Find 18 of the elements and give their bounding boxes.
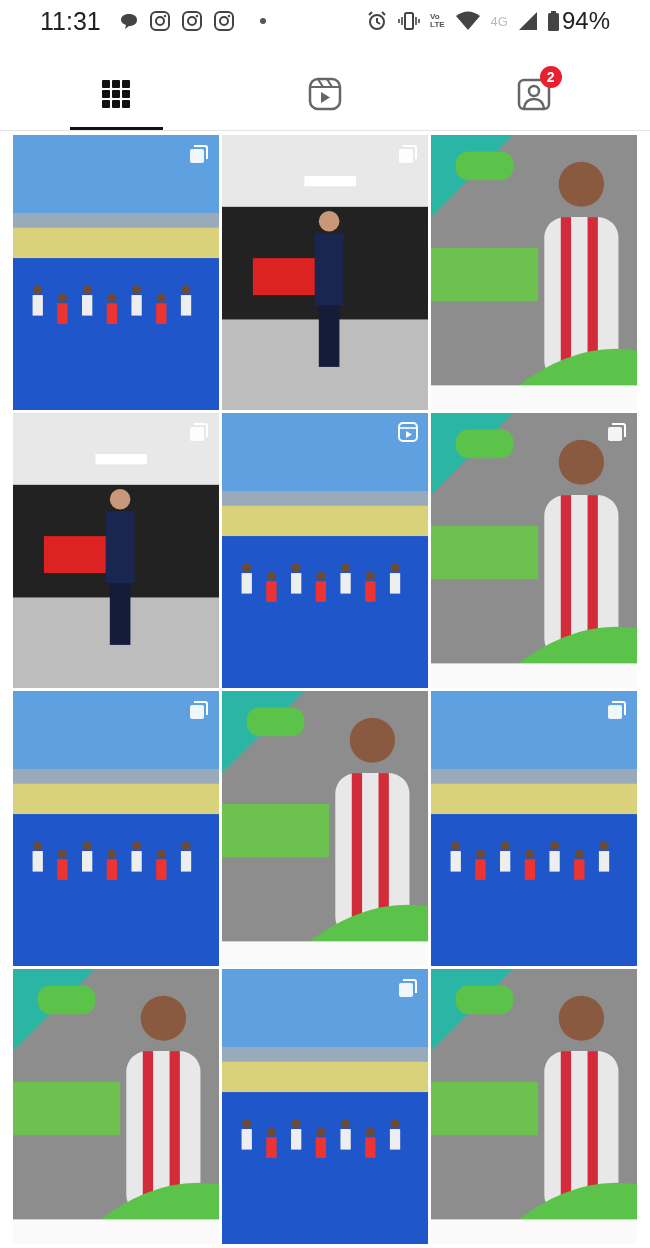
reels-icon [308, 76, 342, 111]
signal-icon [517, 11, 538, 31]
battery-icon [547, 11, 559, 31]
camera-icon [148, 10, 171, 32]
chat-bubble-icon [118, 11, 139, 31]
camera-icon [212, 10, 235, 32]
notification-badge: 2 [539, 66, 562, 88]
volte-label: LTE [430, 21, 445, 29]
clock-time: 11:31 [40, 6, 101, 36]
battery-percent: 94% [561, 7, 610, 35]
wifi-icon [454, 11, 481, 31]
volte-label: Vo [430, 13, 441, 21]
camera-icon [180, 10, 203, 32]
grid-icon [102, 79, 131, 108]
tagged-tab[interactable]: 2 [487, 60, 580, 130]
network-label: 4G [490, 13, 508, 29]
dot-icon [258, 17, 267, 25]
vibrate-icon [398, 10, 421, 32]
